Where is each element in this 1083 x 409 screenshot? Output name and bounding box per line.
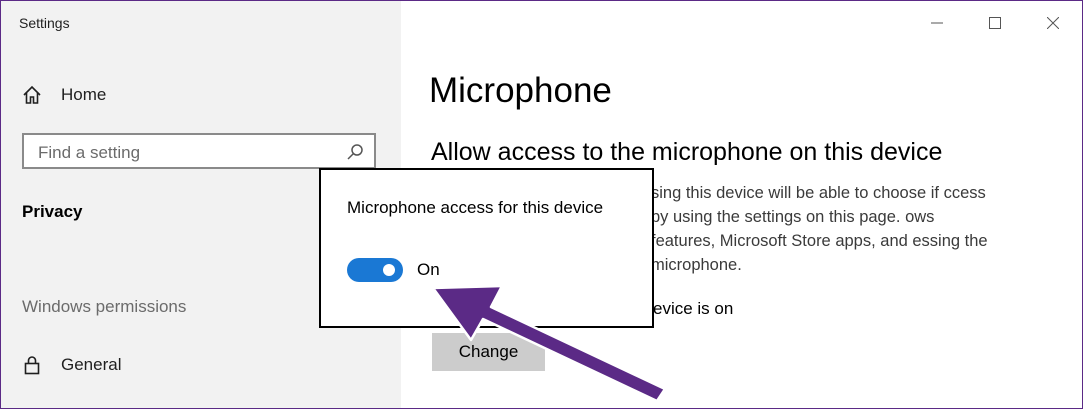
page-title: Microphone xyxy=(429,71,612,110)
microphone-access-popup: Microphone access for this device On xyxy=(319,168,654,328)
maximize-icon xyxy=(989,17,1001,29)
close-button[interactable] xyxy=(1024,1,1082,45)
toggle-state-label: On xyxy=(417,260,440,279)
maximize-button[interactable] xyxy=(966,1,1024,45)
microphone-access-toggle[interactable] xyxy=(347,258,403,282)
section-heading-allow-access: Allow access to the microphone on this d… xyxy=(431,138,943,166)
popup-title: Microphone access for this device xyxy=(347,198,604,217)
lock-icon xyxy=(21,354,43,376)
minimize-button[interactable] xyxy=(908,1,966,45)
minimize-icon xyxy=(931,22,943,24)
sidebar-item-general[interactable]: General xyxy=(21,351,121,379)
settings-window: Settings Home Find a setting Privacy Win… xyxy=(0,0,1083,409)
home-icon xyxy=(21,84,43,106)
app-title: Settings xyxy=(19,15,70,31)
section-heading-privacy: Privacy xyxy=(22,202,83,221)
sidebar-item-label: Home xyxy=(61,85,107,104)
status-text: evice is on xyxy=(653,299,734,318)
sidebar-item-home[interactable]: Home xyxy=(21,81,106,109)
search-icon[interactable] xyxy=(346,143,364,161)
change-button[interactable]: Change xyxy=(432,333,545,371)
toggle-knob xyxy=(383,264,395,276)
close-icon xyxy=(1047,17,1059,29)
sidebar-item-label: General xyxy=(61,355,122,374)
search-input[interactable]: Find a setting xyxy=(22,133,376,169)
window-controls xyxy=(908,1,1082,45)
section-heading-windows-permissions: Windows permissions xyxy=(22,297,187,316)
search-placeholder: Find a setting xyxy=(38,143,141,162)
